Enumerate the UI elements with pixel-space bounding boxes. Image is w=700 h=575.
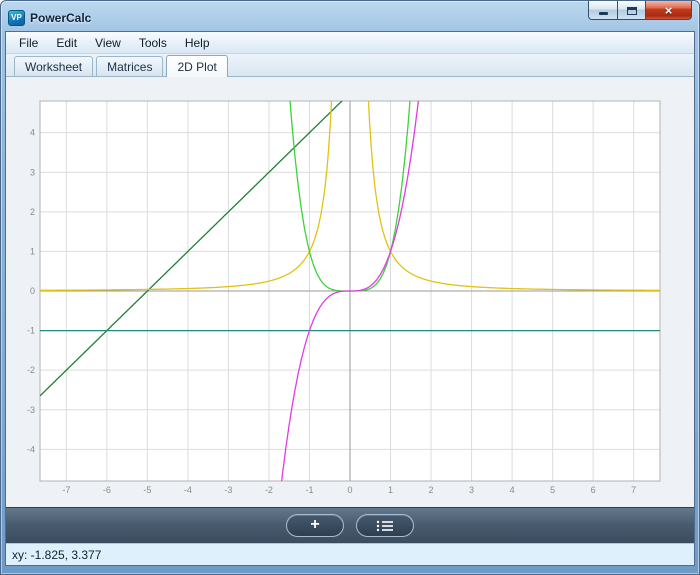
svg-text:5: 5 [550,485,555,495]
svg-text:1: 1 [30,246,35,256]
svg-text:6: 6 [591,485,596,495]
app-icon[interactable]: VP [8,10,25,26]
client-area: File Edit View Tools Help Worksheet Matr… [5,31,695,566]
svg-text:-4: -4 [184,485,192,495]
window-title: PowerCalc [30,11,91,25]
minimize-button[interactable] [588,1,618,20]
svg-text:-4: -4 [27,444,35,454]
svg-text:2: 2 [30,207,35,217]
svg-text:-3: -3 [27,405,35,415]
svg-text:-2: -2 [27,365,35,375]
close-icon: × [665,2,673,19]
maximize-icon [627,7,637,15]
app-logo-text: VP [11,13,22,22]
svg-text:0: 0 [30,286,35,296]
plus-icon: + [310,517,319,533]
tab-matrices[interactable]: Matrices [96,56,163,76]
svg-text:7: 7 [631,485,636,495]
cursor-coordinates: xy: -1.825, 3.377 [12,548,101,562]
svg-text:4: 4 [510,485,515,495]
svg-text:-5: -5 [143,485,151,495]
minimize-icon [599,12,608,15]
svg-text:-1: -1 [27,326,35,336]
plot-toolbar: + [6,507,694,543]
menu-bar: File Edit View Tools Help [6,32,694,54]
svg-text:-2: -2 [265,485,273,495]
plot-panel: -7 -6 -5 -4 -3 -2 -1 0 1 2 3 4 5 6 7 -4 -3 -2 -1 0 1 2 3 4 [6,77,694,507]
menu-item-file[interactable]: File [10,33,47,53]
tab-2d-plot[interactable]: 2D Plot [166,55,227,77]
svg-text:4: 4 [30,128,35,138]
list-icon [376,520,394,532]
window-controls: × [588,1,692,20]
svg-text:0: 0 [347,485,352,495]
plot-canvas[interactable]: -7 -6 -5 -4 -3 -2 -1 0 1 2 3 4 5 6 7 -4 -3 -2 -1 0 1 2 3 4 [6,77,694,507]
maximize-button[interactable] [618,1,646,20]
close-button[interactable]: × [646,1,692,20]
svg-text:-7: -7 [62,485,70,495]
svg-text:1: 1 [388,485,393,495]
svg-text:-1: -1 [305,485,313,495]
title-bar[interactable]: VP PowerCalc × [5,1,695,31]
svg-text:3: 3 [30,167,35,177]
svg-text:-6: -6 [103,485,111,495]
menu-item-edit[interactable]: Edit [47,33,86,53]
tab-bar: Worksheet Matrices 2D Plot [6,54,694,77]
svg-text:2: 2 [429,485,434,495]
add-plot-button[interactable]: + [286,514,344,537]
menu-item-view[interactable]: View [86,33,130,53]
status-bar: xy: -1.825, 3.377 [6,543,694,565]
svg-text:3: 3 [469,485,474,495]
window: VP PowerCalc × File Edit View Tools Help… [0,0,700,575]
menu-item-tools[interactable]: Tools [130,33,176,53]
svg-text:-3: -3 [224,485,232,495]
tab-worksheet[interactable]: Worksheet [14,56,93,76]
menu-item-help[interactable]: Help [176,33,219,53]
plot-list-button[interactable] [356,514,414,537]
